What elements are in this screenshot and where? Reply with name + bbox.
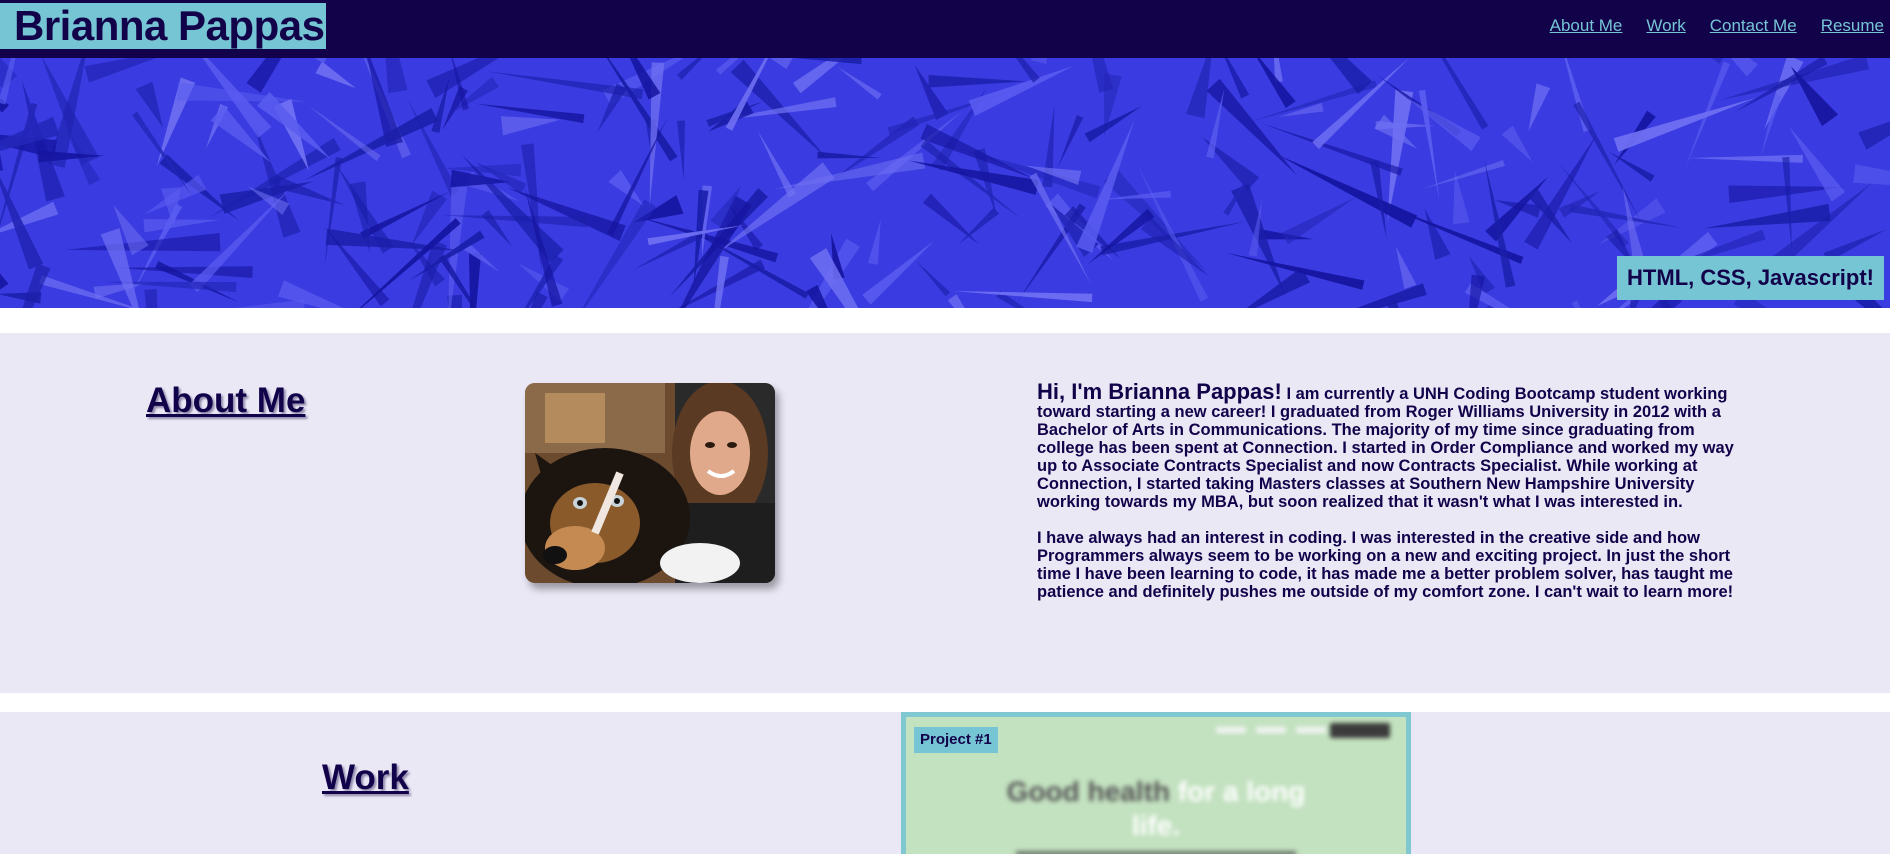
hero-tagline: HTML, CSS, Javascript!	[1617, 256, 1884, 300]
hero-leaf-shape	[792, 58, 844, 94]
hero-leaf-shape	[500, 116, 561, 136]
hero-leaf-shape	[1711, 58, 1724, 64]
hero-leaf-shape	[22, 263, 51, 308]
hero-background-image	[0, 58, 1890, 308]
hero-leaf-shape	[144, 289, 158, 308]
hero-leaf-shape	[1030, 58, 1048, 64]
hero-leaf-shape	[1387, 89, 1414, 222]
hero-leaf-shape	[916, 260, 951, 297]
work-section: Work Good health for a long life. Projec…	[0, 712, 1890, 854]
bio-paragraph-1: Hi, I'm Brianna Pappas! I am currently a…	[1037, 381, 1739, 512]
nav-link-contact-me[interactable]: Contact Me	[1710, 16, 1797, 36]
hero-leaf-shape	[1395, 246, 1417, 289]
main-nav: About Me Work Contact Me Resume	[1550, 16, 1884, 36]
hero-leaf-shape	[1103, 168, 1206, 271]
hero-leaf-shape	[1387, 300, 1399, 308]
hero-leaf-shape	[836, 66, 882, 100]
hero-leaf-shape	[922, 193, 979, 245]
hero-leaf-shape	[678, 259, 765, 308]
hero-leaf-shape	[360, 191, 450, 239]
hero-leaf-shape	[1858, 121, 1890, 150]
preview-button	[1330, 723, 1390, 738]
hero-leaf-shape	[1246, 267, 1311, 308]
preview-headline: Good health for a long life.	[1006, 776, 1306, 841]
hero-leaf-shape	[676, 58, 703, 80]
bio-paragraph-2: I have always had an interest in coding.…	[1037, 529, 1734, 601]
hero-leaf-shape	[1528, 83, 1551, 132]
hero-leaf-shape	[1853, 164, 1890, 185]
hero-banner: HTML, CSS, Javascript!	[0, 58, 1890, 308]
nav-link-work[interactable]: Work	[1646, 16, 1685, 36]
hero-leaf-shape	[1256, 58, 1296, 109]
hero-leaf-shape	[143, 219, 220, 233]
hero-leaf-shape	[867, 219, 881, 265]
hero-leaf-shape	[1613, 97, 1756, 152]
hero-leaf-shape	[757, 130, 797, 198]
project-card-1[interactable]: Good health for a long life. Project #1	[901, 712, 1411, 854]
hero-leaf-shape	[958, 207, 1000, 245]
project-label: Project #1	[914, 727, 998, 753]
site-header: Brianna Pappas About Me Work Contact Me …	[0, 0, 1890, 58]
hero-leaf-shape	[1084, 106, 1142, 143]
preview-nav-item	[1216, 727, 1246, 733]
preview-nav-item	[1256, 727, 1286, 733]
hero-leaf-shape	[1571, 300, 1581, 308]
hero-leaf-shape	[1281, 197, 1356, 245]
hero-leaf-shape	[1484, 160, 1516, 288]
nav-link-resume[interactable]: Resume	[1821, 16, 1884, 36]
hero-leaf-shape	[1418, 89, 1440, 203]
hero-leaf-shape	[1057, 115, 1084, 168]
hero-leaf-shape	[246, 58, 282, 93]
hero-leaf-shape	[234, 299, 305, 308]
nav-link-about-me[interactable]: About Me	[1550, 16, 1623, 36]
hero-leaf-shape	[676, 120, 685, 181]
hero-leaf-shape	[1760, 94, 1782, 158]
profile-photo	[525, 383, 775, 583]
hero-leaf-shape	[481, 210, 513, 247]
hero-leaf-shape	[385, 58, 408, 94]
hero-leaf-shape	[1424, 208, 1451, 260]
hero-leaf-shape	[520, 143, 542, 272]
bio-text-1: I am currently a UNH Coding Bootcamp stu…	[1037, 385, 1734, 511]
hero-leaf-shape	[324, 157, 342, 268]
about-section: About Me Hi, I'm Brianna Pappas! I am cu…	[0, 333, 1890, 693]
hero-leaf-shape	[315, 61, 356, 89]
hero-leaf-shape	[952, 290, 1093, 303]
site-title[interactable]: Brianna Pappas	[0, 3, 327, 49]
hero-leaf-shape	[1206, 88, 1225, 159]
about-heading: About Me	[146, 381, 306, 420]
profile-photo-image	[525, 383, 775, 583]
preview-nav-item	[1296, 727, 1326, 733]
work-heading: Work	[322, 758, 409, 797]
hero-leaf-shape	[1330, 58, 1373, 95]
hero-leaf-shape	[1501, 125, 1533, 163]
hero-leaf-shape	[947, 294, 965, 308]
about-bio: Hi, I'm Brianna Pappas! I am currently a…	[1037, 381, 1739, 602]
hero-leaf-shape	[1782, 156, 1792, 252]
hero-leaf-shape	[1704, 203, 1831, 229]
hero-leaf-shape	[928, 75, 1028, 88]
hero-leaf-shape	[1015, 58, 1040, 83]
bio-greeting: Hi, I'm Brianna Pappas!	[1037, 379, 1282, 404]
hero-leaf-shape	[1140, 216, 1209, 276]
hero-leaf-shape	[84, 58, 157, 83]
